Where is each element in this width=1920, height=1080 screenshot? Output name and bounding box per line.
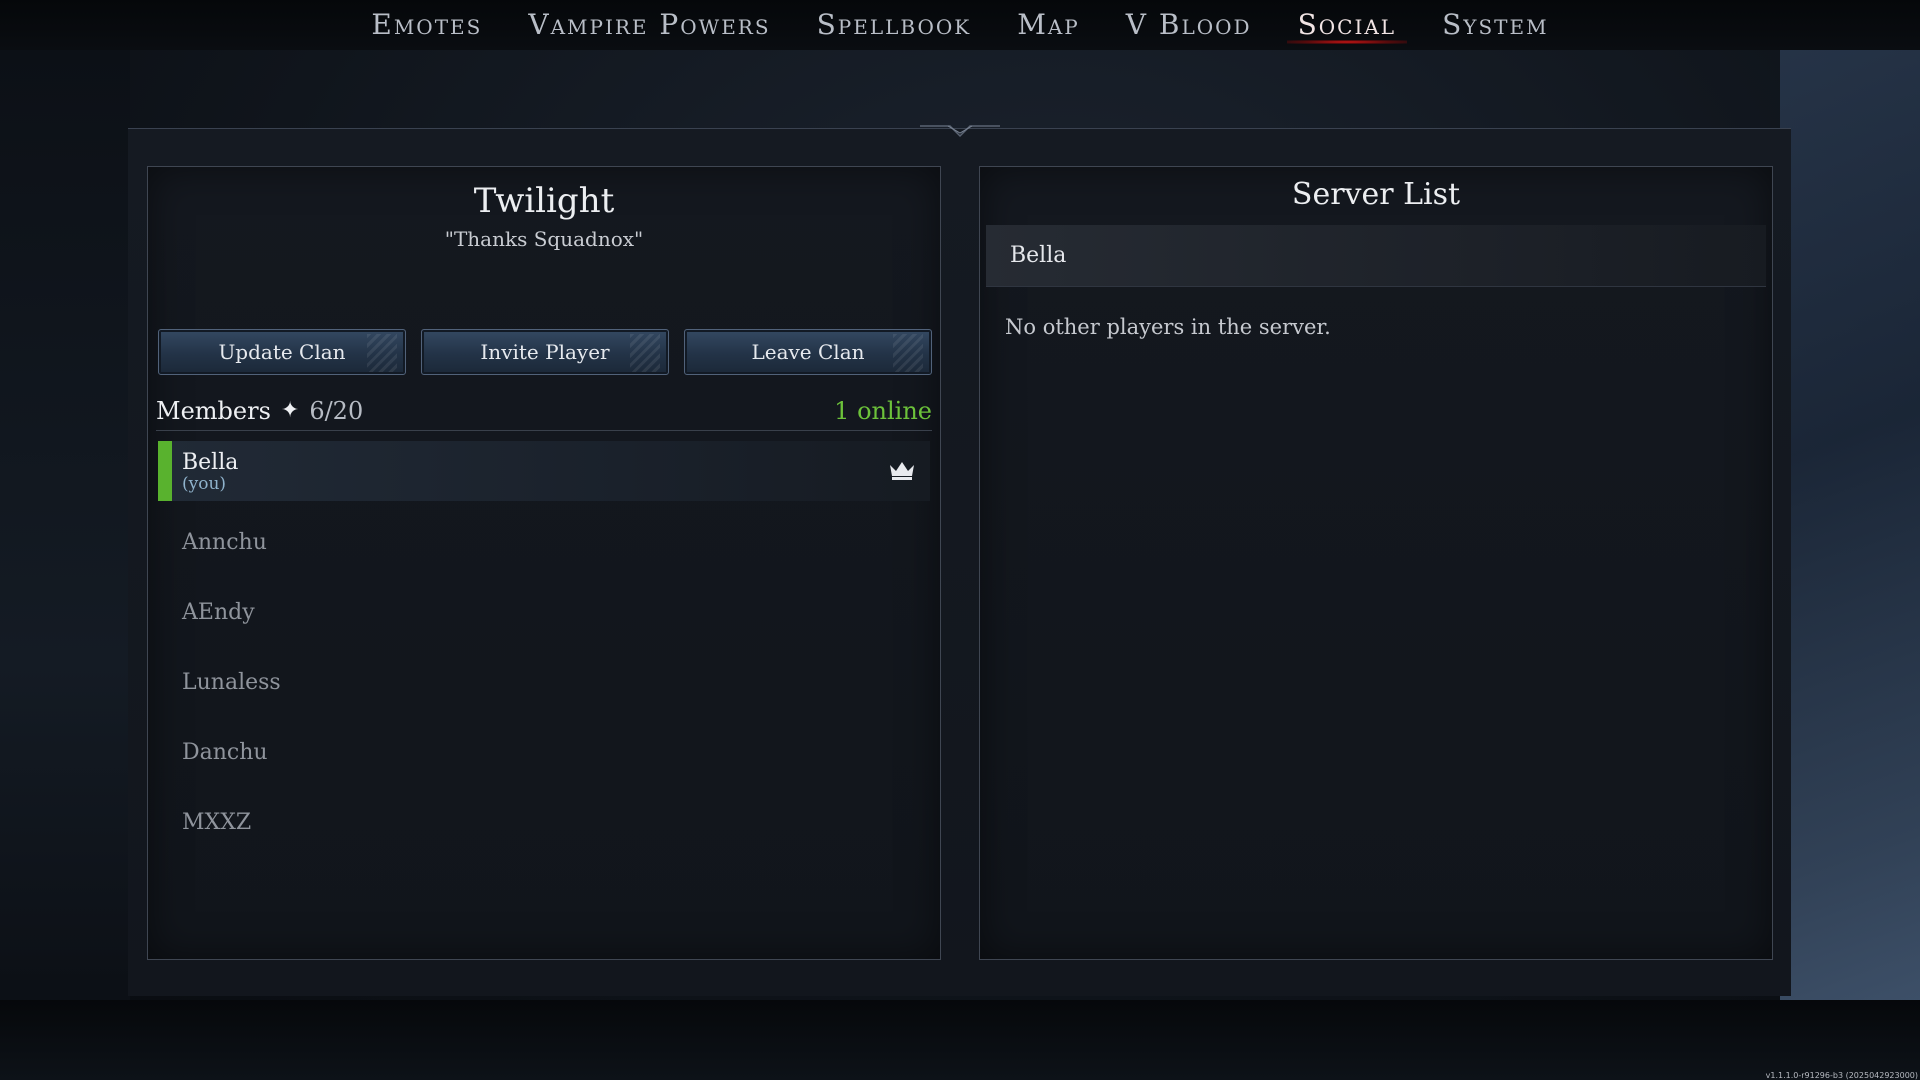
member-item-aendy[interactable]: AEndy bbox=[158, 577, 930, 647]
member-name: MXXZ bbox=[182, 809, 252, 835]
tab-map[interactable]: Map bbox=[994, 0, 1103, 50]
update-clan-button[interactable]: Update Clan bbox=[158, 329, 406, 375]
clan-actions: Update Clan Invite Player Leave Clan bbox=[158, 329, 932, 375]
member-name: Bella bbox=[182, 449, 239, 475]
background-bottom bbox=[0, 1000, 1920, 1080]
member-item-annchu[interactable]: Annchu bbox=[158, 507, 930, 577]
leave-clan-button[interactable]: Leave Clan bbox=[684, 329, 932, 375]
member-list: Bella (you) Annchu AEndy Lunaless Danchu… bbox=[158, 441, 930, 857]
tab-social[interactable]: Social bbox=[1275, 0, 1420, 50]
server-panel: Server List Bella No other players in th… bbox=[979, 166, 1773, 960]
members-header: Members ✦ 6/20 1 online bbox=[156, 391, 932, 431]
members-label: Members bbox=[156, 396, 271, 425]
version-label: v1.1.1.0-r91296-b3 (2025042923000) bbox=[1765, 1071, 1918, 1080]
server-list-title: Server List bbox=[1291, 177, 1461, 212]
tab-v-blood[interactable]: V Blood bbox=[1103, 0, 1275, 50]
sparkle-icon: ✦ bbox=[280, 398, 300, 423]
member-item-mxxz[interactable]: MXXZ bbox=[158, 787, 930, 857]
tab-vampire-powers[interactable]: Vampire Powers bbox=[505, 0, 793, 50]
member-name: AEndy bbox=[182, 599, 255, 625]
crown-icon bbox=[890, 462, 914, 480]
server-player-row[interactable]: Bella bbox=[986, 225, 1766, 287]
member-self-tag: (you) bbox=[182, 473, 227, 494]
tab-system[interactable]: System bbox=[1419, 0, 1572, 50]
member-name: Danchu bbox=[182, 739, 268, 765]
clan-motto: "Thanks Squadnox" bbox=[444, 227, 644, 251]
background-left bbox=[0, 40, 130, 1080]
online-count: 1 online bbox=[834, 396, 932, 425]
member-item-bella[interactable]: Bella (you) bbox=[158, 441, 930, 501]
top-navigation: Emotes Vampire Powers Spellbook Map V Bl… bbox=[0, 0, 1920, 50]
clan-panel: Twilight "Thanks Squadnox" Update Clan I… bbox=[147, 166, 941, 960]
tab-spellbook[interactable]: Spellbook bbox=[794, 0, 995, 50]
members-count: 6/20 bbox=[309, 396, 364, 425]
invite-player-button[interactable]: Invite Player bbox=[421, 329, 669, 375]
member-name: Annchu bbox=[182, 529, 267, 555]
tab-emotes[interactable]: Emotes bbox=[348, 0, 505, 50]
frame-ornament-icon bbox=[920, 125, 1000, 138]
member-item-danchu[interactable]: Danchu bbox=[158, 717, 930, 787]
server-empty-message: No other players in the server. bbox=[1005, 315, 1331, 339]
clan-name: Twilight bbox=[473, 181, 615, 221]
member-name: Lunaless bbox=[182, 669, 281, 695]
background-right bbox=[1780, 40, 1920, 1040]
member-item-lunaless[interactable]: Lunaless bbox=[158, 647, 930, 717]
